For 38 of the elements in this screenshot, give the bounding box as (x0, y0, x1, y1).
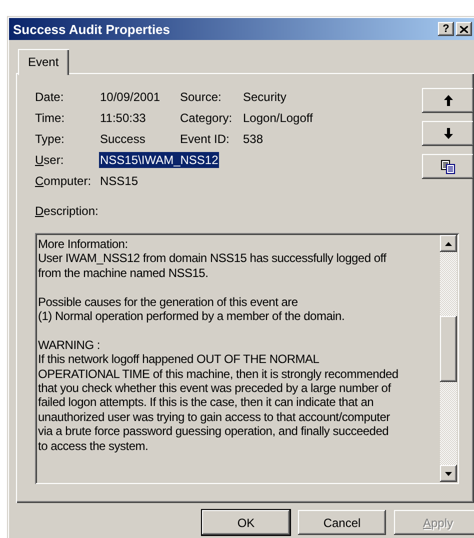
description-label: Description: (35, 203, 98, 219)
field-value: 10/09/2001 (100, 89, 162, 105)
field-value[interactable]: NSS15\IWAM_NSS12 (99, 152, 220, 168)
previous-button[interactable] (422, 88, 474, 113)
field-value: 538 (243, 131, 264, 147)
down-arrow-icon (444, 128, 452, 139)
field-label: Event ID: (180, 131, 230, 147)
dialog-button[interactable]: Cancel (298, 510, 386, 535)
scroll-up-button[interactable] (440, 235, 457, 252)
tab[interactable]: Event (18, 49, 69, 75)
field-value[interactable]: NSS15 (100, 173, 138, 189)
down-triangle-icon (445, 472, 452, 476)
description-text: More Information: User IWAM_NSS12 from domain NSS15 has successfully logged off from the machine named NSS15. Possible causes for the generation of this event are (1) Normal operation performed by a member of the domain. WARNING : If this network logoff happened OUT OF THE NORMAL OPERATIONAL TIME of this machine, then it is strongly recommended that you check whether this event was preceded by a large number of failed logon attempts. If this is the case, then it can indicate that an unauthorized user was trying to gain access to that account/computer via a brute force password guessing operation, and finally succeeded to access the system. (37, 236, 400, 455)
field-value: Success (100, 131, 146, 147)
field-label: Source: (180, 89, 222, 105)
field-label: Category: (180, 110, 234, 126)
next-button[interactable] (422, 121, 474, 146)
dialog-button[interactable]: OK (202, 510, 290, 535)
field-label: Computer: (35, 173, 92, 189)
copy-icon (441, 160, 455, 174)
close-button[interactable] (456, 22, 472, 36)
field-value: 11:50:33 (100, 110, 147, 126)
up-arrow-icon (444, 95, 452, 106)
scroll-down-button[interactable] (440, 465, 457, 482)
field-label: Time: (35, 110, 66, 126)
description-box[interactable] (35, 233, 459, 484)
up-triangle-icon (445, 242, 452, 246)
field-label: Type: (35, 131, 66, 147)
copy-button[interactable] (422, 154, 474, 179)
help-button[interactable]: ? (438, 22, 454, 36)
close-icon (460, 26, 468, 32)
field-value: Logon/Logoff (243, 110, 314, 126)
field-value: Security (243, 89, 288, 105)
field-label: User: (35, 152, 65, 168)
window-title: Success Audit Properties (13, 22, 172, 36)
scrollbar[interactable] (440, 235, 457, 482)
scroll-thumb[interactable] (440, 316, 457, 382)
field-label: Date: (35, 89, 65, 105)
